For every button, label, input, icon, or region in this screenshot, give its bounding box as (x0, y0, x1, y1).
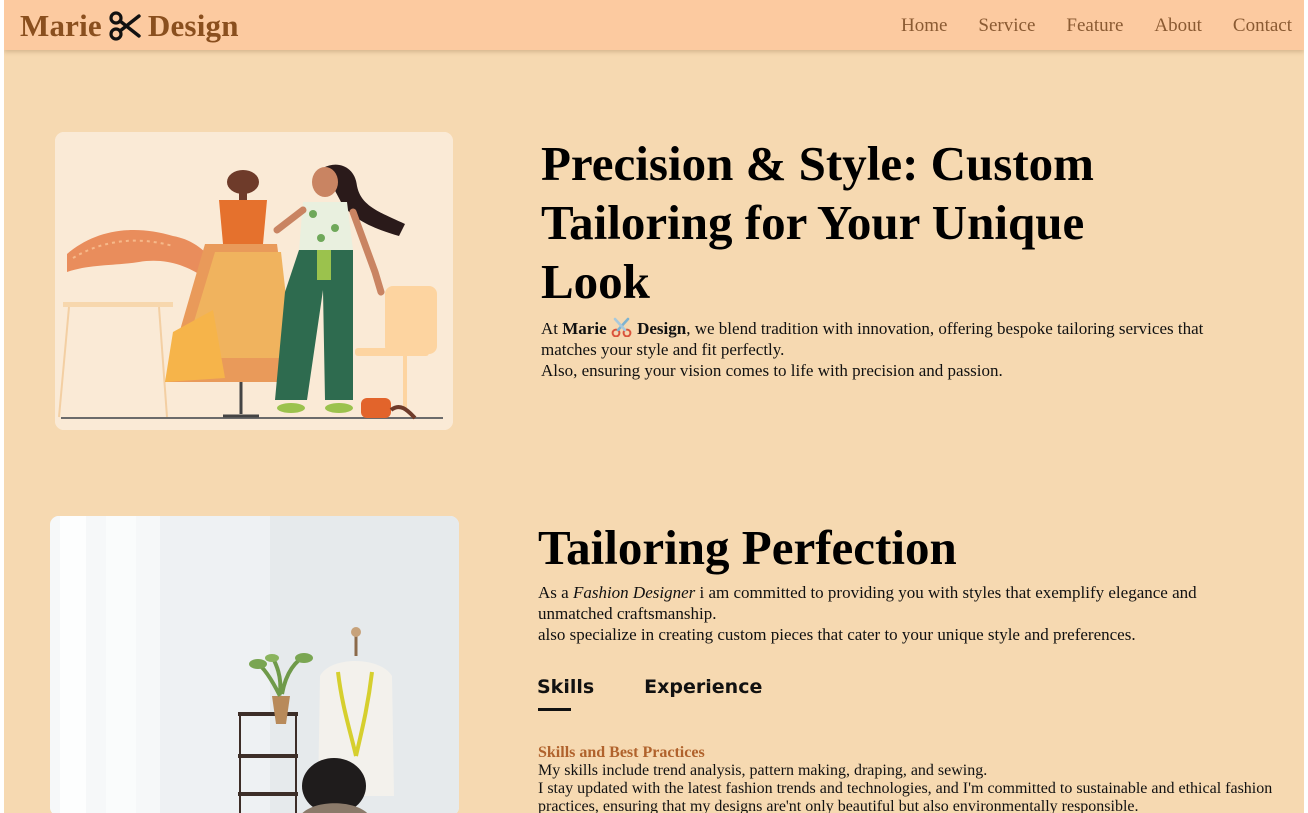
skills-line-1: My skills include trend analysis, patter… (538, 762, 988, 779)
tab-content-skills: Skills and Best Practices My skills incl… (538, 744, 1298, 813)
nav-home[interactable]: Home (901, 14, 947, 38)
brand-logo[interactable]: Marie Design (20, 6, 239, 46)
nav-feature[interactable]: Feature (1066, 14, 1123, 38)
navbar: Marie Design Home Service Feature About … (4, 0, 1304, 50)
section-title: Tailoring Perfection (538, 520, 957, 575)
page: Marie Design Home Service Feature About … (4, 0, 1304, 813)
scissors-emoji-icon (611, 317, 632, 338)
nav-service[interactable]: Service (978, 14, 1035, 38)
brand-name-right: Design (147, 8, 239, 43)
tab-bar: Skills Experience (537, 676, 812, 711)
skills-heading: Skills and Best Practices (538, 744, 705, 761)
tab-skills[interactable]: Skills (537, 676, 594, 711)
hero-title: Precision & Style: Custom Tailoring for … (541, 136, 1094, 309)
hero-brand-right: Design (637, 319, 687, 338)
about-description: As a Fashion Designer i am committed to … (538, 582, 1268, 645)
hero-text-intro: At (541, 319, 563, 338)
designer-photo-image (50, 516, 459, 813)
skills-line-2: I stay updated with the latest fashion t… (538, 780, 1273, 813)
about-text-intro: As a (538, 583, 573, 602)
nav-contact[interactable]: Contact (1233, 14, 1292, 38)
hero-brand-left: Marie (562, 319, 607, 338)
designer-photo (50, 516, 459, 813)
brand-name-left: Marie (20, 8, 102, 43)
about-text-emphasis: Fashion Designer (572, 583, 696, 602)
tailoring-illustration-image (55, 132, 453, 430)
tab-experience[interactable]: Experience (644, 676, 762, 698)
about-text-line2: also specialize in creating custom piece… (538, 625, 1136, 644)
tailoring-illustration (55, 132, 453, 430)
nav-about[interactable]: About (1154, 14, 1202, 38)
hero-description: At Marie Design, we blend tradition with… (541, 317, 1261, 381)
scissors-icon (109, 11, 141, 41)
hero-text-line2: Also, ensuring your vision comes to life… (541, 361, 1003, 380)
nav-links: Home Service Feature About Contact (870, 14, 1292, 38)
